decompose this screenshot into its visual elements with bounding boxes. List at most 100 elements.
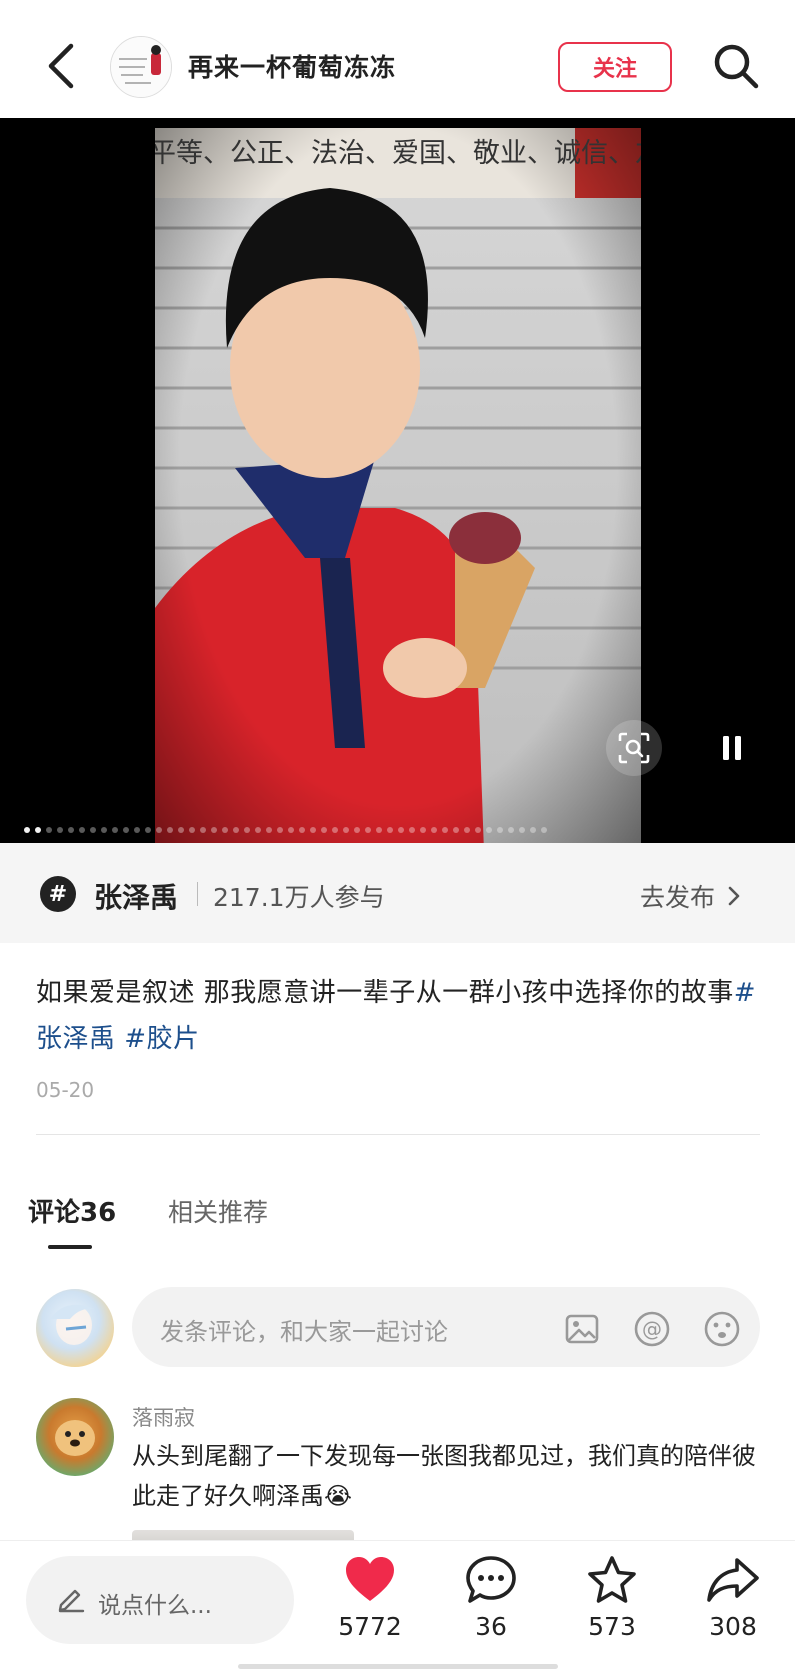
image-viewer[interactable]: 平等、公正、法治、爱国、敬业、诚信、友善 bbox=[0, 118, 795, 843]
slide-dot bbox=[90, 827, 96, 833]
mention-button[interactable]: @ bbox=[632, 1309, 672, 1349]
slide-dot bbox=[310, 827, 316, 833]
at-icon: @ bbox=[634, 1311, 670, 1347]
slide-dot bbox=[453, 827, 459, 833]
slide-dot bbox=[101, 827, 107, 833]
slide-dot bbox=[398, 827, 404, 833]
pause-button[interactable] bbox=[704, 720, 760, 776]
chevron-left-icon bbox=[48, 43, 74, 89]
like-button[interactable]: 5772 bbox=[320, 1552, 420, 1662]
topic-participants: 217.1万人参与 bbox=[213, 883, 385, 912]
slide-dot bbox=[189, 827, 195, 833]
slide-dot bbox=[277, 827, 283, 833]
follow-button[interactable]: 关注 bbox=[558, 42, 672, 92]
author-avatar-image bbox=[111, 37, 171, 97]
heart-icon bbox=[342, 1552, 398, 1608]
top-bar: 再来一杯葡萄冻冻 关注 bbox=[0, 0, 795, 118]
home-indicator bbox=[238, 1664, 558, 1669]
slide-dot bbox=[79, 827, 85, 833]
slide-dot bbox=[497, 827, 503, 833]
slide-dot bbox=[365, 827, 371, 833]
commenter-avatar-image bbox=[55, 1420, 95, 1456]
slide-dot bbox=[156, 827, 162, 833]
slide-dot bbox=[255, 827, 261, 833]
commenter-avatar[interactable] bbox=[36, 1398, 114, 1476]
slide-dot bbox=[244, 827, 250, 833]
my-avatar-image bbox=[50, 1304, 94, 1345]
topic-separator bbox=[197, 882, 198, 906]
tab-related[interactable]: 相关推荐 bbox=[168, 1193, 268, 1229]
favorite-button[interactable]: 573 bbox=[562, 1552, 662, 1662]
commenter-name[interactable]: 落雨寂 bbox=[132, 1402, 195, 1432]
slide-dot bbox=[321, 827, 327, 833]
slide-dot bbox=[332, 827, 338, 833]
slide-dot bbox=[420, 827, 426, 833]
slide-dot bbox=[541, 827, 547, 833]
slide-dot bbox=[343, 827, 349, 833]
active-tab-indicator bbox=[48, 1245, 92, 1249]
slide-dot bbox=[200, 827, 206, 833]
slide-dot bbox=[35, 827, 41, 833]
post-photo: 平等、公正、法治、爱国、敬业、诚信、友善 bbox=[155, 128, 641, 843]
caption-text: 如果爱是叙述 那我愿意讲一辈子从一群小孩中选择你的故事 bbox=[36, 978, 734, 1008]
slide-dot bbox=[354, 827, 360, 833]
slide-dot bbox=[112, 827, 118, 833]
slide-dot bbox=[288, 827, 294, 833]
tab-comments[interactable]: 评论36 bbox=[28, 1192, 116, 1229]
go-publish-button[interactable]: 去发布 bbox=[640, 878, 741, 914]
favorite-count: 573 bbox=[588, 1612, 636, 1641]
slide-dot bbox=[486, 827, 492, 833]
slide-dot bbox=[211, 827, 217, 833]
comment-bubble-icon bbox=[463, 1552, 519, 1608]
slide-dot bbox=[387, 827, 393, 833]
topic-name[interactable]: 张泽禹 bbox=[94, 876, 178, 916]
say-something-placeholder[interactable]: 说点什么... bbox=[98, 1586, 212, 1620]
go-publish-label: 去发布 bbox=[640, 883, 716, 912]
slide-dot bbox=[178, 827, 184, 833]
slide-dot bbox=[519, 827, 525, 833]
slide-dot bbox=[464, 827, 470, 833]
slide-dot bbox=[266, 827, 272, 833]
emoji-button[interactable] bbox=[702, 1309, 742, 1349]
photo-illustration: 平等、公正、法治、爱国、敬业、诚信、友善 bbox=[155, 128, 641, 843]
chevron-right-icon bbox=[728, 886, 740, 906]
my-avatar[interactable] bbox=[36, 1289, 114, 1367]
slide-dot bbox=[167, 827, 173, 833]
slide-dot bbox=[68, 827, 74, 833]
author-avatar[interactable] bbox=[110, 36, 172, 98]
slide-dot bbox=[222, 827, 228, 833]
hashtag-link[interactable]: #胶片 bbox=[124, 1024, 199, 1054]
share-count: 308 bbox=[709, 1612, 757, 1641]
star-icon bbox=[584, 1552, 640, 1608]
slide-dot bbox=[57, 827, 63, 833]
slide-dot bbox=[134, 827, 140, 833]
share-arrow-icon bbox=[705, 1552, 761, 1608]
image-picker-button[interactable] bbox=[562, 1309, 602, 1349]
slide-dot bbox=[409, 827, 415, 833]
slide-dot bbox=[376, 827, 382, 833]
comment-input-placeholder[interactable]: 发条评论，和大家一起讨论 bbox=[160, 1312, 448, 1347]
share-button[interactable]: 308 bbox=[683, 1552, 783, 1662]
hashtag-icon: # bbox=[40, 876, 76, 912]
search-icon bbox=[714, 44, 759, 89]
slide-dot bbox=[123, 827, 129, 833]
slide-dot bbox=[299, 827, 305, 833]
slide-dot bbox=[530, 827, 536, 833]
comment-count: 36 bbox=[475, 1612, 507, 1641]
slide-dot bbox=[508, 827, 514, 833]
photo-banner-text: 平等、公正、法治、爱国、敬业、诚信、友善 bbox=[155, 138, 641, 169]
pause-icon bbox=[723, 736, 741, 760]
image-search-button[interactable] bbox=[606, 720, 662, 776]
pencil-icon bbox=[58, 1589, 85, 1613]
post-date: 05-20 bbox=[36, 1078, 95, 1102]
emoji-icon bbox=[704, 1311, 740, 1347]
image-icon bbox=[565, 1314, 599, 1344]
author-name[interactable]: 再来一杯葡萄冻冻 bbox=[188, 48, 396, 84]
svg-text:@: @ bbox=[642, 1317, 662, 1341]
comment-button[interactable]: 36 bbox=[441, 1552, 541, 1662]
divider bbox=[36, 1134, 760, 1135]
back-button[interactable] bbox=[36, 36, 84, 96]
slide-dot bbox=[475, 827, 481, 833]
search-button[interactable] bbox=[706, 36, 766, 96]
comment-text: 从头到尾翻了一下发现每一张图我都见过，我们真的陪伴彼此走了好久啊泽禹😭 bbox=[132, 1442, 756, 1510]
